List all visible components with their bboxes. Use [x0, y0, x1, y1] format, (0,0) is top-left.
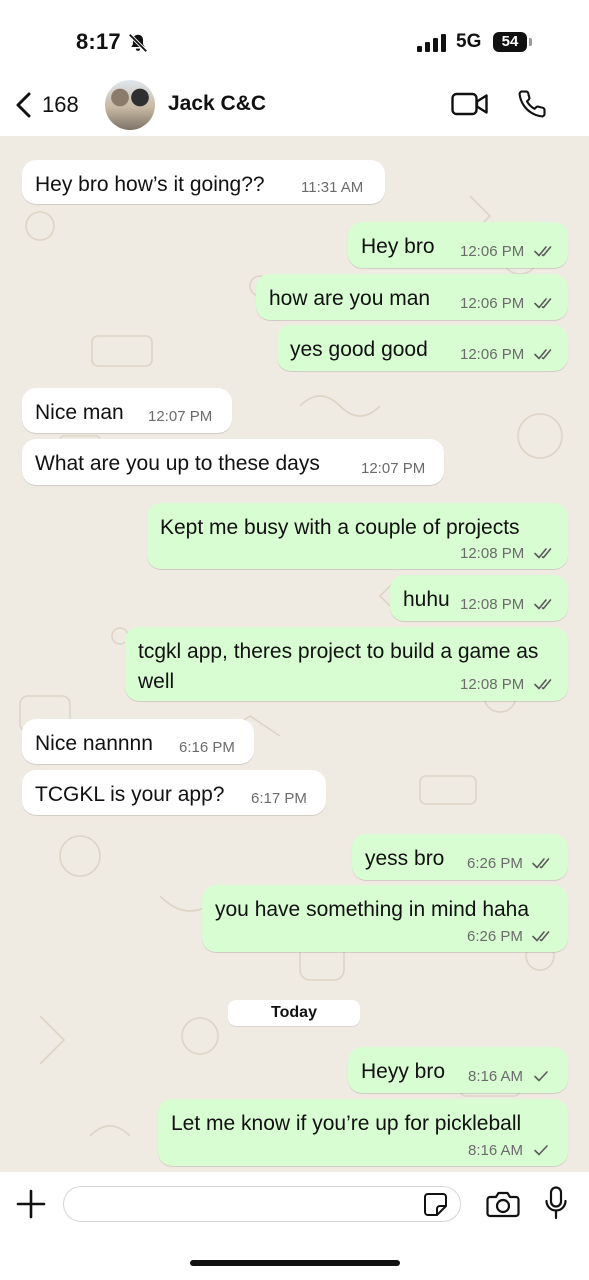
battery-tip [529, 38, 532, 46]
message-bubble-incoming[interactable]: TCGKL is your app? 6:17 PM [22, 770, 326, 815]
message-text: Hey bro [361, 235, 435, 258]
message-bubble-incoming[interactable]: Nice man 12:07 PM [22, 388, 232, 433]
message-text: yess bro [365, 847, 445, 870]
message-time: 12:07 PM [361, 460, 426, 477]
back-chevron-icon [16, 92, 31, 118]
back-button[interactable]: 168 [12, 80, 79, 130]
chat-header: 168 Jack C&C [0, 80, 589, 136]
signal-icon [417, 34, 446, 52]
message-time: 12:08 PM [460, 545, 525, 562]
message-text: Heyy bro [361, 1060, 446, 1083]
message-text: What are you up to these days [35, 452, 320, 475]
bell-slash-icon [128, 33, 148, 53]
chat-area[interactable]: Hey bro how’s it going?? 11:31 AM Hey br… [0, 136, 589, 1172]
message-bubble-outgoing[interactable]: huhu 12:08 PM [390, 575, 568, 621]
message-time: 12:07 PM [148, 408, 213, 425]
avatar[interactable] [105, 80, 155, 130]
message-time: 12:06 PM [460, 346, 525, 363]
date-separator: Today [228, 1000, 360, 1026]
video-call-icon[interactable] [451, 91, 489, 117]
message-time: 6:26 PM [467, 855, 523, 872]
single-check-icon [534, 1071, 548, 1082]
message-bubble-outgoing[interactable]: you have something in mind haha 6:26 PM [202, 885, 568, 952]
status-bar: 8:17 5G 54 [0, 0, 589, 80]
status-time: 8:17 [76, 29, 121, 54]
battery-indicator: 54 [493, 32, 527, 52]
single-check-icon [534, 1145, 548, 1156]
message-text: Let me know if you’re up for pickleball [171, 1112, 522, 1135]
camera-icon[interactable] [486, 1190, 520, 1218]
message-text: Kept me busy with a couple of projects [160, 516, 520, 539]
message-time: 8:16 AM [468, 1142, 524, 1159]
message-bubble-outgoing[interactable]: Heyy bro 8:16 AM [348, 1047, 568, 1093]
message-time: 12:08 PM [460, 676, 525, 693]
add-icon[interactable] [16, 1189, 46, 1219]
double-check-icon [534, 246, 552, 257]
home-indicator[interactable] [190, 1260, 400, 1266]
network-type: 5G [456, 31, 482, 52]
message-bubble-outgoing[interactable]: yess bro 6:26 PM [352, 834, 568, 880]
message-text: you have something in mind haha [215, 898, 530, 921]
message-time: 6:26 PM [467, 928, 523, 945]
double-check-icon [534, 548, 552, 559]
double-check-icon [532, 931, 550, 942]
message-time: 12:08 PM [460, 596, 525, 613]
double-check-icon [534, 599, 552, 610]
message-bubble-outgoing[interactable]: Hey bro 12:06 PM [348, 222, 568, 268]
message-bubble-outgoing[interactable]: Kept me busy with a couple of projects 1… [147, 503, 568, 569]
message-time: 12:06 PM [460, 243, 525, 260]
message-input[interactable] [63, 1186, 461, 1222]
message-time: 8:16 AM [468, 1068, 524, 1085]
mic-icon[interactable] [544, 1186, 568, 1220]
message-text: Nice man [35, 401, 124, 424]
message-time: 11:31 AM [301, 179, 364, 196]
message-text: TCGKL is your app? [35, 783, 225, 806]
message-bubble-outgoing[interactable]: tcgkl app, theres project to build a gam… [125, 627, 568, 701]
message-text: how are you man [269, 287, 431, 310]
message-time: 6:17 PM [251, 790, 307, 807]
double-check-icon [534, 349, 552, 360]
message-bubble-outgoing[interactable]: how are you man 12:06 PM [256, 274, 568, 320]
message-text: huhu [403, 588, 450, 611]
message-text: Nice nannnn [35, 732, 153, 755]
message-text: yes good good [290, 338, 428, 361]
message-bubble-incoming[interactable]: Hey bro how’s it going?? 11:31 AM [22, 160, 385, 204]
message-time: 12:06 PM [460, 295, 525, 312]
message-text: Hey bro how’s it going?? [35, 173, 265, 196]
sticker-icon[interactable] [423, 1192, 448, 1217]
double-check-icon [532, 858, 550, 869]
message-time: 6:16 PM [179, 739, 235, 756]
back-unread-count: 168 [42, 92, 79, 117]
double-check-icon [534, 298, 552, 309]
phone-icon[interactable] [517, 89, 547, 119]
message-bubble-outgoing[interactable]: yes good good 12:06 PM [277, 325, 568, 371]
contact-name[interactable]: Jack C&C [168, 92, 266, 116]
message-bubble-outgoing[interactable]: Let me know if you’re up for pickleball … [158, 1099, 568, 1166]
message-bubble-incoming[interactable]: What are you up to these days 12:07 PM [22, 439, 444, 485]
double-check-icon [534, 679, 552, 690]
message-bubble-incoming[interactable]: Nice nannnn 6:16 PM [22, 719, 254, 764]
message-composer [0, 1172, 589, 1280]
